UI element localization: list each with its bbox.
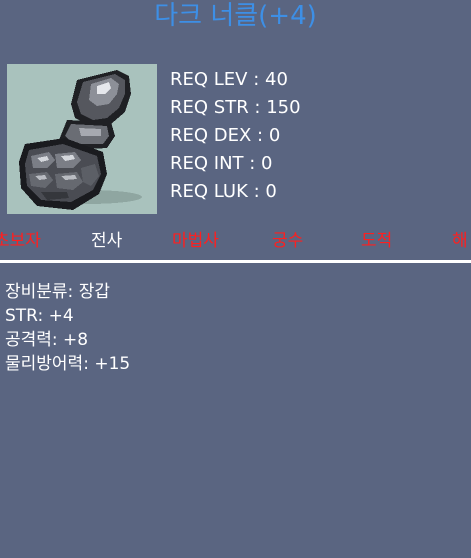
stat-attack: 공격력: +8: [5, 330, 89, 350]
item-icon-frame: [7, 64, 157, 214]
req-level: REQ LEV : 40: [170, 69, 288, 90]
dark-knuckle-glove-icon: [19, 70, 142, 210]
job-beginner: 초보자: [0, 231, 41, 251]
stat-defense: 물리방어력: +15: [5, 354, 131, 374]
item-name: 다크 너클(+4): [154, 1, 317, 31]
job-pirate: 해: [452, 231, 468, 251]
requirements-list: REQ LEV : 40 REQ STR : 150 REQ DEX : 0 R…: [170, 66, 301, 206]
divider: [0, 260, 471, 263]
item-stats: 장비분류: 장갑 STR: +4 공격력: +8 물리방어력: +15: [5, 280, 130, 376]
job-thief: 도적: [361, 231, 393, 251]
stat-category: 장비분류: 장갑: [5, 282, 110, 302]
req-int: REQ INT : 0: [170, 153, 273, 174]
job-warrior: 전사: [91, 231, 123, 251]
stat-str: STR: +4: [5, 306, 74, 326]
req-str: REQ STR : 150: [170, 97, 301, 118]
req-dex: REQ DEX : 0: [170, 125, 281, 146]
req-luk: REQ LUK : 0: [170, 181, 277, 202]
job-magician: 마법사: [172, 231, 219, 251]
job-archer: 궁수: [272, 231, 304, 251]
job-list: 초보자 전사 마법사 궁수 도적 해: [0, 226, 471, 256]
